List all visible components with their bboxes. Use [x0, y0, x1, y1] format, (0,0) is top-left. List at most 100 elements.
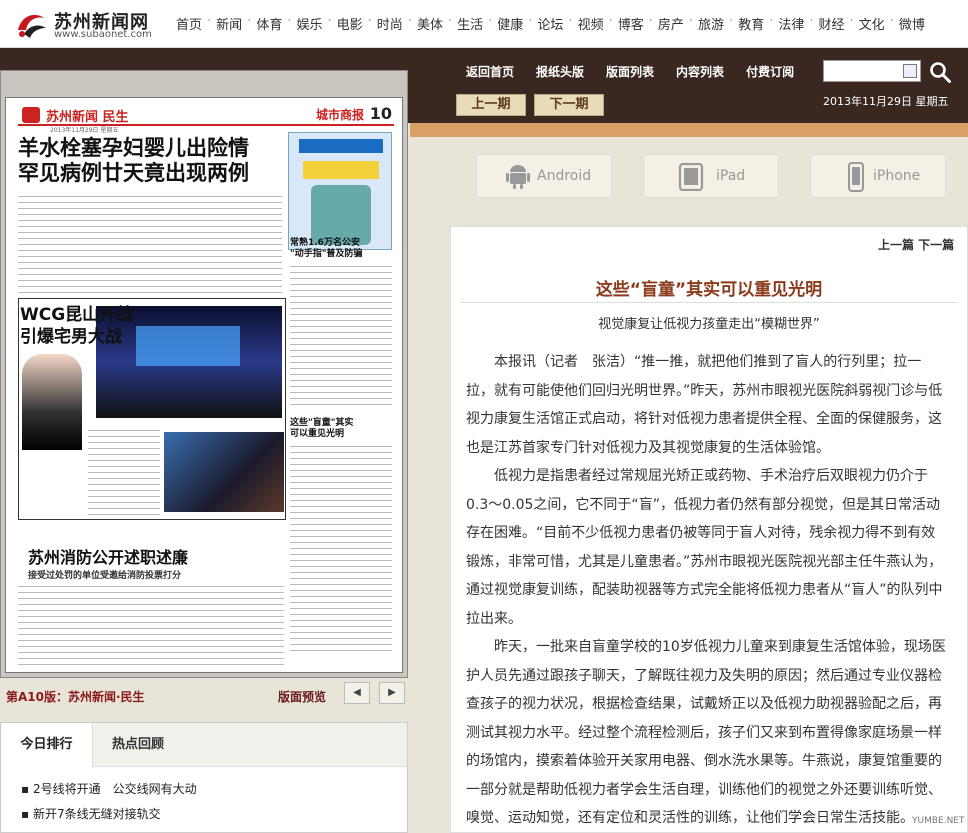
- headline-line-2: 罕见病例廿天竟出现两例: [18, 161, 249, 185]
- iphone-label: iPhone: [873, 168, 921, 184]
- watermark: YUMBE.NET: [912, 816, 965, 826]
- article-paragraph: 本报讯（记者 张洁）“推一推，就把他们推到了盲人的行列里；拉一拉，就有可能使他们…: [466, 354, 943, 456]
- article-title: 这些“盲童”其实可以重见光明: [595, 280, 823, 300]
- nav-separator: ·: [488, 14, 493, 29]
- nav-item[interactable]: 旅游: [698, 14, 724, 33]
- nav-separator: ·: [568, 14, 573, 29]
- gamers-photo: [164, 432, 284, 512]
- date-search-input[interactable]: [823, 60, 921, 82]
- fire-story-title[interactable]: 苏州消防公开述职述廉: [28, 544, 188, 568]
- calendar-icon[interactable]: [903, 64, 917, 78]
- story-text: [18, 194, 282, 294]
- site-logo[interactable]: 苏州新闻网 www.subaonet.com: [14, 6, 164, 42]
- side-story-text: [290, 264, 392, 410]
- nav-item[interactable]: 体育: [256, 14, 282, 33]
- nav-separator: ·: [809, 14, 814, 29]
- nav-item[interactable]: 教育: [738, 14, 764, 33]
- site-url: www.subaonet.com: [54, 29, 152, 40]
- wcg-story-title: WCG昆山开战 引爆宅男大战: [20, 305, 134, 347]
- nav-item[interactable]: 生活: [457, 14, 483, 33]
- nav-separator: ·: [608, 14, 613, 29]
- nav-separator: ·: [528, 14, 533, 29]
- nav-item[interactable]: 微博: [899, 14, 925, 33]
- page-info: 第A10版：苏州新闻·民生: [6, 690, 145, 704]
- epaper-nav: 返回首页 报纸头版 版面列表 内容列表 付费订阅: [466, 63, 816, 80]
- nav-item[interactable]: 美体: [417, 14, 443, 33]
- android-icon: [506, 165, 530, 189]
- ad-image: [288, 132, 392, 250]
- wcg-text: [88, 428, 160, 516]
- article-link-in-paper[interactable]: 这些"盲童"其实 可以重见光明: [290, 418, 353, 440]
- android-label: Android: [537, 168, 592, 184]
- prev-issue-button[interactable]: 上一期: [456, 94, 526, 116]
- newspaper-viewer: 苏州新闻 民生 城市商报 10 2013年11月29日 星期五 羊水栓塞孕妇婴儿…: [0, 70, 408, 678]
- iphone-icon: [848, 162, 864, 192]
- page-number: 10: [369, 104, 392, 123]
- nav-separator: ·: [688, 14, 694, 29]
- divider: [460, 302, 958, 303]
- nav-separator: ·: [889, 14, 894, 29]
- triangle-right-icon: ▶: [388, 687, 396, 698]
- nav-item[interactable]: 视频: [578, 14, 604, 33]
- ranking-tabs: 今日排行 热点回顾: [1, 723, 407, 768]
- nav-separator: ·: [849, 14, 854, 29]
- ipad-label: iPad: [716, 168, 746, 184]
- prev-page-button[interactable]: ◀: [344, 682, 370, 704]
- nav-item[interactable]: 电影: [337, 14, 363, 33]
- ipad-button[interactable]: iPad: [643, 154, 779, 198]
- nav-separator: ·: [287, 14, 292, 29]
- nav-item[interactable]: 论坛: [537, 14, 563, 33]
- list-item[interactable]: ▪ 新开7条线无缝对接轨交: [21, 805, 161, 822]
- main-nav: 首页 · 新闻 · 体育 · 娱乐 · 电影 · 时尚 · 美体 · 生活 · 健康 · 论坛 · 视频 · 博客 · 房产 · 旅…: [176, 14, 925, 33]
- subnav-subscribe[interactable]: 付费订阅: [746, 63, 794, 80]
- fire-story-text: [18, 584, 284, 668]
- article-subtitle: 视觉康复让低视力孩童走出“模糊世界”: [598, 317, 820, 332]
- nav-item[interactable]: 博客: [618, 14, 644, 33]
- logo-icon: [18, 14, 46, 38]
- article-paragraph: 低视力是指患者经过常规屈光矫正或药物、手术治疗后双眼视力仍介于0.3～0.05之…: [466, 468, 943, 627]
- iphone-button[interactable]: iPhone: [810, 154, 946, 198]
- section-icon: [22, 107, 40, 123]
- ipad-icon: [678, 163, 704, 191]
- nav-item[interactable]: 娱乐: [296, 14, 322, 33]
- nav-separator: ·: [367, 14, 372, 29]
- page-preview-label: 版面预览: [278, 690, 327, 704]
- nav-item[interactable]: 文化: [859, 14, 885, 33]
- nav-item[interactable]: 财经: [819, 14, 845, 33]
- paper-headline[interactable]: 羊水栓塞孕妇婴儿出险情 罕见病例廿天竟出现两例: [18, 136, 249, 186]
- search-icon[interactable]: [928, 60, 952, 84]
- newspaper-page[interactable]: 苏州新闻 民生 城市商报 10 2013年11月29日 星期五 羊水栓塞孕妇婴儿…: [5, 97, 403, 673]
- tab-hot-review[interactable]: 热点回顾: [93, 723, 183, 767]
- page-section: 苏州新闻 民生: [46, 110, 129, 125]
- header-accent: [410, 123, 968, 137]
- ranking-panel: 今日排行 热点回顾 ▪ 2号线将开通 公交线网有大动 ▪ 新开7条线无缝对接轨交: [0, 722, 408, 833]
- nav-separator: ·: [207, 14, 212, 29]
- nav-separator: ·: [407, 14, 412, 29]
- article-paragraph: 昨天，一批来自盲童学校的10岁低视力儿童来到康复生活馆体验，现场医护人员先通过跟…: [466, 639, 946, 826]
- page-header: 苏州新闻 民生 城市商报 10: [18, 104, 394, 126]
- subnav-home[interactable]: 返回首页: [466, 63, 514, 80]
- nav-item[interactable]: 健康: [497, 14, 523, 33]
- model-photo: [22, 354, 82, 450]
- subnav-frontpage[interactable]: 报纸头版: [536, 63, 584, 80]
- android-button[interactable]: Android: [476, 154, 612, 198]
- nav-item[interactable]: 新闻: [216, 14, 242, 33]
- subnav-content-list[interactable]: 内容列表: [676, 63, 724, 80]
- list-item[interactable]: ▪ 2号线将开通 公交线网有大动: [21, 780, 197, 797]
- nav-separator: ·: [769, 14, 774, 29]
- article-body: 本报讯（记者 张洁）“推一推，就把他们推到了盲人的行列里；拉一拉，就有可能使他们…: [466, 348, 946, 833]
- nav-item[interactable]: 时尚: [377, 14, 403, 33]
- nav-separator: ·: [447, 14, 453, 29]
- headline-line-1: 羊水栓塞孕妇婴儿出险情: [18, 136, 249, 160]
- subnav-page-list[interactable]: 版面列表: [606, 63, 654, 80]
- nav-separator: ·: [648, 14, 653, 29]
- side-story-title[interactable]: 常熟1.6万名公安 "动手指"普及防骗: [290, 238, 362, 260]
- next-issue-button[interactable]: 下一期: [534, 94, 604, 116]
- nav-separator: ·: [247, 14, 252, 29]
- nav-item[interactable]: 房产: [658, 14, 684, 33]
- nav-item[interactable]: 法律: [778, 14, 804, 33]
- tab-today-ranking[interactable]: 今日排行: [1, 723, 93, 768]
- nav-item[interactable]: 首页: [176, 14, 202, 33]
- next-page-button[interactable]: ▶: [379, 682, 405, 704]
- article-prev-next[interactable]: 上一篇 下一篇: [878, 236, 954, 253]
